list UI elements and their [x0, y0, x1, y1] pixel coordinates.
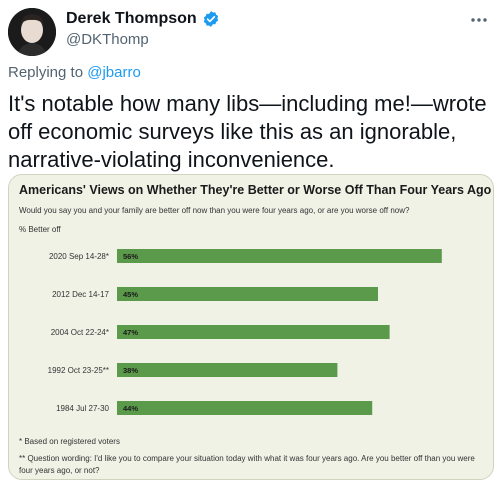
bar [117, 249, 442, 263]
category-label: 2012 Dec 14-17 [52, 290, 109, 299]
verified-badge-icon [203, 11, 218, 27]
more-options-icon[interactable] [470, 10, 488, 28]
bar-value-label: 38% [123, 366, 138, 375]
replying-mention-link[interactable]: @jbarro [87, 64, 141, 81]
chart-footnote-registered: * Based on registered voters [19, 437, 120, 446]
category-label: 2020 Sep 14-28* [49, 252, 109, 261]
category-label: 2004 Oct 22-24* [51, 328, 109, 337]
replying-to: Replying to @jbarro [8, 64, 141, 81]
category-label: 1992 Oct 23-25** [48, 366, 109, 375]
bar-value-label: 45% [123, 290, 138, 299]
author-avatar[interactable] [8, 8, 56, 56]
category-label: 1984 Jul 27-30 [56, 404, 109, 413]
author-name-row[interactable]: Derek Thompson [66, 10, 220, 28]
tweet-text: It's notable how many libs—including me!… [8, 91, 487, 172]
replying-prefix: Replying to [8, 64, 84, 81]
bar-chart: 2020 Sep 14-28* 56% 2012 Dec 14-17 45% 2004 … [48, 249, 442, 415]
chart-footnote-wording: ** Question wording: I'd like you to com… [19, 454, 475, 475]
chart-title: Americans' Views on Whether They're Bett… [19, 183, 492, 197]
bar [117, 363, 338, 377]
bar [117, 325, 390, 339]
chart-image-card[interactable]: Americans' Views on Whether They're Bett… [8, 174, 494, 480]
chart-subtitle: Would you say you and your family are be… [19, 206, 410, 215]
author-handle[interactable]: @DKThomp [66, 31, 149, 48]
bar-value-label: 56% [123, 252, 138, 261]
bar [117, 287, 378, 301]
bar-value-label: 47% [123, 328, 138, 337]
author-name[interactable]: Derek Thompson [66, 10, 197, 28]
bar [117, 401, 373, 415]
chart-unit-label: % Better off [19, 225, 61, 234]
avatar-photo [8, 8, 56, 56]
bar-value-label: 44% [123, 404, 138, 413]
